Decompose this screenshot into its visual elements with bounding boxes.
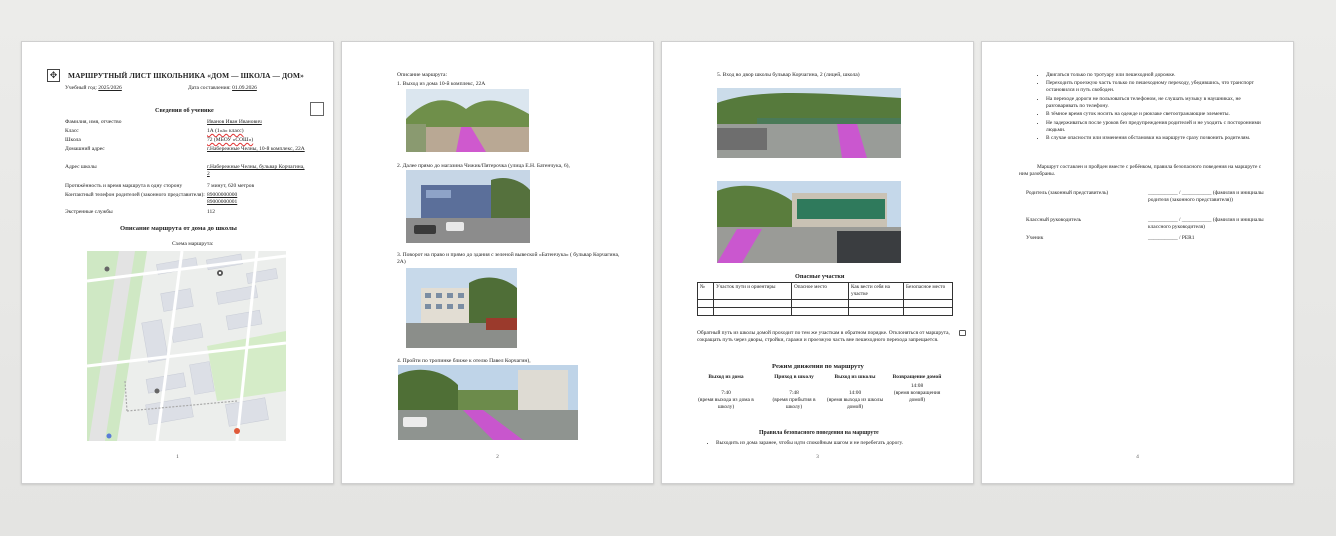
rules-list-start: Выходить из дома заранее, чтобы идти спо… [708,440,958,448]
danger-table: № Участок пути и ориентиры Опасное место… [697,282,953,316]
route-map-graphic [87,251,286,441]
route-step-1: 1. Выход из дома 10-й комплекс, 22А [397,81,486,87]
list-item: На переходе дороги не пользоваться телеф… [1046,96,1268,110]
document-page-2: Описание маршрута: 1. Выход из дома 10-й… [341,41,654,484]
move-handle-icon[interactable]: ✥ [47,69,60,82]
route-photo-3[interactable] [406,268,517,348]
document-page-3: 5. Вход во двор школы бульвар Корчагина,… [661,41,974,484]
info-value-route-length[interactable]: 7 минут, 620 метров [207,183,307,190]
info-value-class[interactable]: 1А (1«а» класс) [207,128,307,135]
rules-list-continued: Двигаться только по тротуару или пешеход… [1038,72,1268,143]
info-value-school-address[interactable]: г.Набережные Челны, бульвар Корчагина, 2 [207,164,307,179]
info-label-school: Школа [65,137,81,143]
photo-placeholder-box[interactable] [310,102,324,116]
route-step-5: 5. Вход во двор школы бульвар Корчагина,… [717,72,860,78]
list-item: В тёмное время суток носить на одежде и … [1046,111,1268,118]
route-photo-4[interactable] [398,365,578,440]
danger-section-title: Опасные участки [795,273,845,280]
route-photo-5[interactable] [717,88,901,158]
route-photo-2-image [406,170,530,243]
route-photo-4-image [398,365,578,440]
schedule-column-leave-home: Выход из дома 7:40 (время выхода из дома… [698,374,754,411]
schedule-column-return-home: Возвращение домой 14:08 (время возвращен… [892,374,942,404]
route-step-3: 3. Поворот на право и прямо до здания с … [397,252,620,266]
route-section-title: Описание маршрута от дома до школы [120,225,237,232]
sign-line-teacher[interactable]: ___________ / ___________ (фамилия и ини… [1148,217,1268,231]
route-photo-6-image [717,181,901,263]
sign-label-parent: Родитель (законный представитель) [1026,190,1109,196]
info-label-route-length: Протяжённость и время маршрута в одну ст… [65,183,183,189]
info-value-home-address[interactable]: г.Набережные Челны, 10-й комплекс, 22А [207,146,307,153]
sign-label-student: Ученик [1026,235,1044,241]
info-label-class: Класс [65,128,79,134]
table-header-cell: Безопасное место [903,282,953,300]
info-label-emergency: Экстренные службы [65,209,113,215]
start-marker-icon [217,270,223,276]
route-photo-6[interactable] [717,181,901,263]
school-year: Учебный год: 2025/2026 [65,85,122,91]
route-map[interactable] [87,251,286,441]
compile-date: Дата составления: 01.09.2026 [188,85,257,91]
list-item: Выходить из дома заранее, чтобы идти спо… [716,440,958,447]
rules-title: Правила безопасного поведения на маршрут… [759,430,879,436]
comment-icon[interactable] [959,330,966,336]
info-label-school-address: Адрес школы [65,164,97,170]
schedule-column-arrive-school: Приход в школу 7:48 (время прибытия в шк… [772,374,816,411]
sign-line-student[interactable]: ___________ / PER1 [1148,235,1268,242]
list-item: Не задерживаться после уроков без предуп… [1046,120,1268,134]
info-label-fio: Фамилия, имя, отчество [65,119,122,125]
page-number: 3 [816,453,819,460]
info-label-home-address: Домашний адрес [65,146,105,152]
closing-statement: Маршрут составлен и пройден вместе с реб… [1019,164,1262,178]
route-photo-5-image [717,88,901,158]
list-item: Переходить проезжую часть только по пеше… [1046,80,1268,94]
table-header-cell: Опасное место [791,282,849,300]
document-title: МАРШРУТНЫЙ ЛИСТ ШКОЛЬНИКА «ДОМ — ШКОЛА —… [68,71,304,80]
route-description-intro: Описание маршрута: [397,72,448,78]
scheme-label: Схема маршрута: [172,241,214,247]
document-page-1: ✥ МАРШРУТНЫЙ ЛИСТ ШКОЛЬНИКА «ДОМ — ШКОЛА… [21,41,334,484]
page-number: 1 [176,453,179,460]
table-header-cell: № [697,282,714,300]
document-page-4: Двигаться только по тротуару или пешеход… [981,41,1294,484]
info-label-parent-phone: Контактный телефон родителей (законного … [65,192,205,198]
return-route-note[interactable]: Обратный путь из школы домой проходит по… [697,330,952,344]
table-header-row: № Участок пути и ориентиры Опасное место… [697,282,953,300]
sign-line-parent[interactable]: ___________ / ___________ (фамилия и ини… [1148,190,1268,204]
route-photo-1[interactable] [406,89,529,152]
list-item: В случае опасности или изменения обстано… [1046,135,1268,142]
route-photo-1-image [406,89,529,152]
schedule-title: Режим движения по маршруту [772,363,864,370]
info-value-parent-phone[interactable]: 89000000000 89000000001 [207,192,255,207]
info-value-school[interactable]: 72 (МБОУ «СОШ») [207,137,307,144]
sign-label-teacher: Классный руководитель [1026,217,1082,223]
page-number: 2 [496,453,499,460]
list-item: Двигаться только по тротуару или пешеход… [1046,72,1268,79]
info-value-fio[interactable]: Иванов Иван Иванович [207,119,307,126]
route-photo-2[interactable] [406,170,530,243]
schedule-column-leave-school: Выход из школы 14:00 (время выхода из шк… [826,374,884,411]
table-row[interactable] [697,306,953,316]
table-header-cell: Как вести себя на участке [848,282,904,300]
route-photo-3-image [406,268,517,348]
table-row[interactable] [697,298,953,308]
page-number: 4 [1136,453,1139,460]
info-value-emergency[interactable]: 112 [207,209,307,216]
student-section-title: Сведения об ученике [155,107,214,114]
table-header-cell: Участок пути и ориентиры [713,282,792,300]
